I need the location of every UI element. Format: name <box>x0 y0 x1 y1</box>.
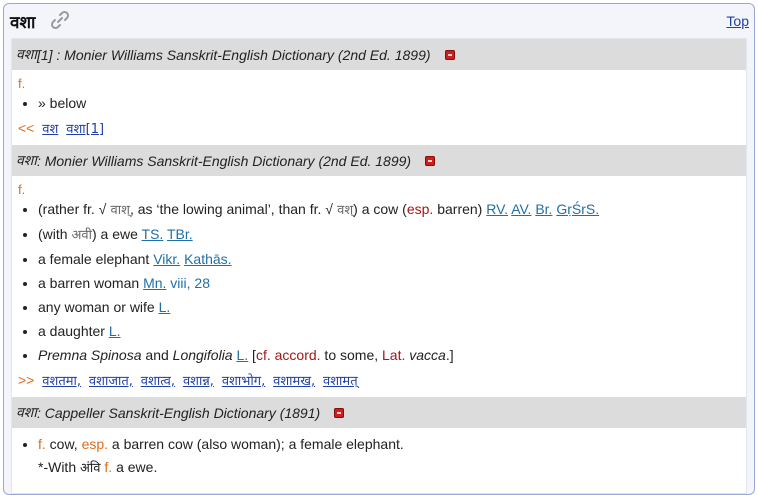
pdf-icon[interactable] <box>425 155 436 166</box>
entry-block: f. cow, esp. a barren cow (also woman); … <box>12 428 746 488</box>
dictionary-title: : Cappeller Sanskrit-English Dictionary … <box>36 404 321 421</box>
meaning-text: cow, <box>45 436 82 452</box>
headword: वशा <box>16 405 37 421</box>
gender-label: f. <box>38 436 46 452</box>
pdf-icon[interactable] <box>334 407 345 418</box>
source-link[interactable]: Br. <box>535 201 552 217</box>
meaning-text: ) a cow ( <box>353 201 407 217</box>
dictionary-panel: वशा Top वशा [1] : Monier Williams Sanskr… <box>3 3 755 495</box>
abbreviation: Lat. <box>382 347 406 363</box>
meaning-list: » below <box>18 95 742 112</box>
entry-block: f. (rather fr. √ वाश्, as ‘the lowing an… <box>12 176 746 397</box>
nav-link[interactable]: वशतमा, <box>42 374 81 389</box>
dictionary-title: [1] : Monier Williams Sanskrit-English D… <box>36 46 431 63</box>
meaning-list: (rather fr. √ वाश्, as ‘the lowing anima… <box>18 201 742 364</box>
meaning-text: a ewe. <box>112 459 158 475</box>
title-bar: वशा Top <box>4 4 754 38</box>
nav-link[interactable]: वशान्न, <box>183 374 214 389</box>
nav-link[interactable]: वशामत् <box>323 374 358 389</box>
list-item: (with अवी) a ewe TS. TBr. <box>38 226 742 244</box>
meaning-text: a barren cow (also woman); a female elep… <box>108 436 404 452</box>
list-item: Premna Spinosa and Longifolia L. [cf. ac… <box>38 347 742 364</box>
botanical-name: Longifolia <box>172 347 233 363</box>
meaning-text: a barren woman <box>38 275 144 291</box>
nav-arrows: << <box>18 120 35 136</box>
nav-link[interactable]: वशात्व, <box>141 374 175 389</box>
source-link[interactable]: L. <box>109 323 121 339</box>
source-link[interactable]: L. <box>236 347 248 363</box>
list-item: any woman or wife L. <box>38 299 742 316</box>
meaning-text: *-With <box>38 459 80 475</box>
devanagari-term: वाश् <box>106 203 130 218</box>
list-item: f. cow, esp. a barren cow (also woman); … <box>38 436 742 477</box>
reference-location: viii, 28 <box>166 275 210 291</box>
meaning-list: f. cow, esp. a barren cow (also woman); … <box>18 436 742 477</box>
page-title: वशा <box>10 13 36 33</box>
gender-label: f. <box>18 182 26 197</box>
nav-link[interactable]: वश <box>42 122 58 137</box>
abbreviation: cf. accord. <box>255 347 321 363</box>
entries-container: वशा [1] : Monier Williams Sanskrit-Engli… <box>11 38 747 494</box>
source-link[interactable]: TBr. <box>167 226 193 242</box>
dictionary-header: वशा : Monier Williams Sanskrit-English D… <box>12 145 746 176</box>
entry-block: f. » below << वश वशा[1] <box>12 70 746 145</box>
dictionary-title: : Monier Williams Sanskrit-English Dicti… <box>36 152 412 169</box>
compound-line: *-With अंवि f. a ewe. <box>38 459 742 477</box>
list-item: a daughter L. <box>38 323 742 340</box>
list-item: » below <box>38 95 742 112</box>
nav-link[interactable]: वशाभोग, <box>222 374 265 389</box>
link-icon[interactable] <box>50 10 70 30</box>
meaning-text: [ <box>248 347 256 363</box>
meaning-text: ) a ewe <box>91 226 142 242</box>
headword: वशा <box>16 47 37 63</box>
meaning-text: a female elephant <box>38 251 154 267</box>
nav-link[interactable]: वशा[1] <box>66 122 104 137</box>
meaning-text: to some, <box>320 347 383 363</box>
latin-word: vacca <box>409 347 446 363</box>
devanagari-term: अवी <box>71 228 92 243</box>
botanical-name: Premna Spinosa <box>38 347 142 363</box>
meaning-text: any woman or wife <box>38 299 159 315</box>
meaning-text: (rather fr. √ <box>38 201 107 217</box>
gender-label: f. <box>18 76 26 91</box>
nav-row: >> वशतमा, वशाजात, वशात्व, वशान्न, वशाभोग… <box>18 371 742 389</box>
source-link[interactable]: Kathās. <box>184 251 231 267</box>
headword: वशा <box>16 153 37 169</box>
dictionary-header: वशा : Cappeller Sanskrit-English Diction… <box>12 397 746 428</box>
meaning-text: a daughter <box>38 323 109 339</box>
meaning-text: (with <box>38 226 72 242</box>
nav-row: << वश वशा[1] <box>18 119 742 137</box>
source-link[interactable]: L. <box>159 299 171 315</box>
source-link[interactable]: AV. <box>511 201 531 217</box>
list-item: a barren woman Mn. viii, 28 <box>38 275 742 292</box>
pdf-icon[interactable] <box>444 49 455 60</box>
source-link[interactable]: TS. <box>142 226 164 242</box>
devanagari-term: वश् <box>332 203 354 218</box>
abbreviation: esp. <box>406 201 434 217</box>
nav-arrows: >> <box>18 372 35 388</box>
top-link[interactable]: Top <box>726 13 749 29</box>
source-link[interactable]: RV. <box>486 201 508 217</box>
list-item: a female elephant Vikr. Kathās. <box>38 251 742 268</box>
meaning-text: barren) <box>433 201 487 217</box>
nav-link[interactable]: वशामख, <box>273 374 315 389</box>
meaning-text: .] <box>445 347 454 363</box>
abbreviation: esp. <box>81 436 109 452</box>
nav-link[interactable]: वशाजात, <box>89 374 133 389</box>
source-link[interactable]: GṛŚrS. <box>556 201 599 217</box>
devanagari-term: अंवि <box>80 461 101 476</box>
dictionary-header: वशा [1] : Monier Williams Sanskrit-Engli… <box>12 39 746 70</box>
list-item: (rather fr. √ वाश्, as ‘the lowing anima… <box>38 201 742 219</box>
meaning-text: , as ‘the lowing animal’, than fr. √ <box>129 201 333 217</box>
source-link[interactable]: Mn. <box>143 275 166 291</box>
meaning-text: » below <box>38 95 87 111</box>
meaning-text: and <box>141 347 173 363</box>
source-link[interactable]: Vikr. <box>153 251 180 267</box>
